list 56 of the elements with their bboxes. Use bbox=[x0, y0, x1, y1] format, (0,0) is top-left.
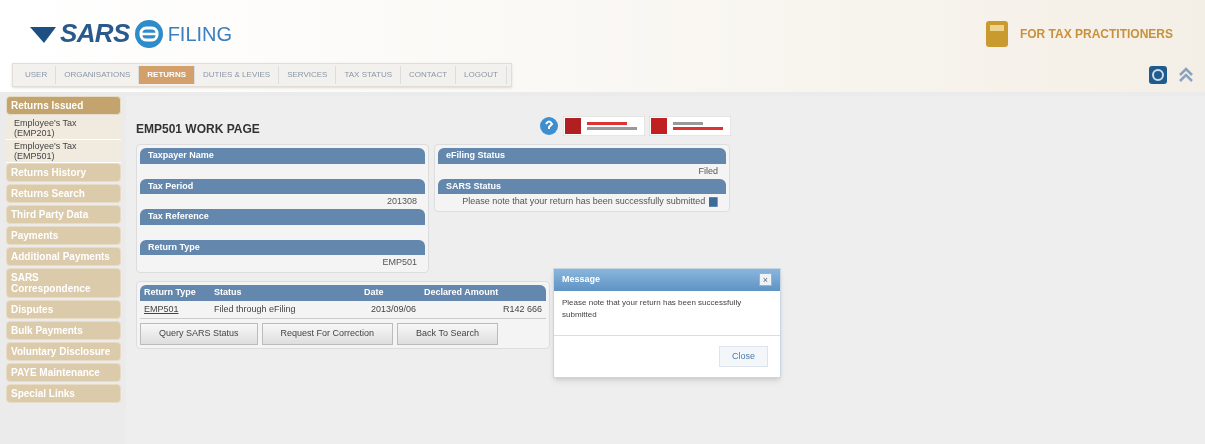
flash-download-icon[interactable] bbox=[563, 116, 645, 136]
nav-tab[interactable]: CONTACT bbox=[401, 66, 457, 84]
table-cell-text: Filed through eFiling bbox=[213, 302, 297, 316]
dialog-message: Please note that your return has been successfully submitted bbox=[561, 296, 743, 321]
sidebar-item[interactable]: Returns Search bbox=[6, 184, 121, 203]
column-header: Return Type bbox=[143, 286, 197, 299]
dialog-title: Message bbox=[562, 273, 601, 286]
sidebar-item[interactable]: Returns Issued bbox=[6, 96, 121, 115]
logo-text: SARS bbox=[60, 17, 130, 50]
action-button[interactable]: Request For Correction bbox=[261, 323, 394, 345]
e-logo-icon bbox=[133, 18, 164, 49]
sidebar-item[interactable]: Special Links bbox=[6, 384, 121, 403]
field-label: SARS Status bbox=[438, 178, 726, 194]
table-cell-text: R142 666 bbox=[501, 302, 543, 316]
nav-tab[interactable]: SERVICES bbox=[279, 66, 337, 84]
field-label: Return Type bbox=[140, 239, 425, 255]
column-header: Date bbox=[363, 286, 385, 299]
field-value: Please note that your return has been successfully submitted bbox=[461, 195, 706, 207]
action-button[interactable]: Query SARS Status bbox=[140, 323, 258, 345]
help-icon[interactable] bbox=[539, 116, 559, 136]
field-label: Tax Period bbox=[140, 178, 425, 194]
nav-tab[interactable]: RETURNS bbox=[139, 66, 195, 84]
field-label: Tax Reference bbox=[140, 209, 425, 225]
field-value: EMP501 bbox=[381, 256, 418, 269]
sidebar-subitem[interactable]: Employee's Tax (EMP501) bbox=[6, 140, 121, 163]
sidebar-item[interactable]: SARS Correspondence bbox=[6, 268, 121, 298]
sidebar-item[interactable]: Additional Payments bbox=[6, 247, 121, 266]
field-label: eFiling Status bbox=[438, 148, 726, 164]
sidebar-item[interactable]: Returns History bbox=[6, 163, 121, 182]
practitioner-badge-icon bbox=[985, 20, 1008, 47]
return-link[interactable]: EMP501 bbox=[140, 300, 210, 318]
column-header: Status bbox=[213, 286, 243, 299]
practitioner-label: FOR TAX PRACTITIONERS bbox=[1019, 25, 1173, 43]
sidebar-item[interactable]: PAYE Maintenance bbox=[6, 363, 121, 382]
logo-subtext: FILING bbox=[167, 21, 233, 47]
column-header: Declared Amount bbox=[423, 286, 500, 299]
sidebar-item[interactable]: Bulk Payments bbox=[6, 321, 121, 340]
logo-icon bbox=[30, 24, 56, 43]
nav-tab[interactable]: DUTIES & LEVIES bbox=[195, 66, 280, 84]
sidebar-item[interactable]: Payments bbox=[6, 226, 121, 245]
dialog-close-button[interactable]: Close bbox=[719, 345, 768, 367]
sidebar-item[interactable]: Voluntary Disclosure bbox=[6, 342, 121, 361]
table-cell-text: 2013/09/06 bbox=[369, 302, 417, 316]
field-label: Taxpayer Name bbox=[140, 148, 425, 164]
nav-tab[interactable]: LOGOUT bbox=[456, 66, 507, 84]
field-value: 201308 bbox=[385, 195, 418, 208]
field-value: Filed bbox=[697, 164, 719, 178]
nav-tab[interactable]: USER bbox=[17, 66, 57, 84]
sidebar-item[interactable]: Disputes bbox=[6, 300, 121, 319]
sidebar-item[interactable]: Third Party Data bbox=[6, 205, 121, 224]
sidebar-subitem[interactable]: Employee's Tax (EMP201) bbox=[6, 117, 121, 140]
page-title: EMP501 WORK PAGE bbox=[136, 121, 260, 138]
close-button[interactable]: × bbox=[759, 273, 772, 287]
nav-tab[interactable]: TAX STATUS bbox=[336, 66, 401, 84]
action-button[interactable]: Back To Search bbox=[397, 323, 498, 345]
pdf-reader-download-icon[interactable] bbox=[649, 116, 731, 136]
